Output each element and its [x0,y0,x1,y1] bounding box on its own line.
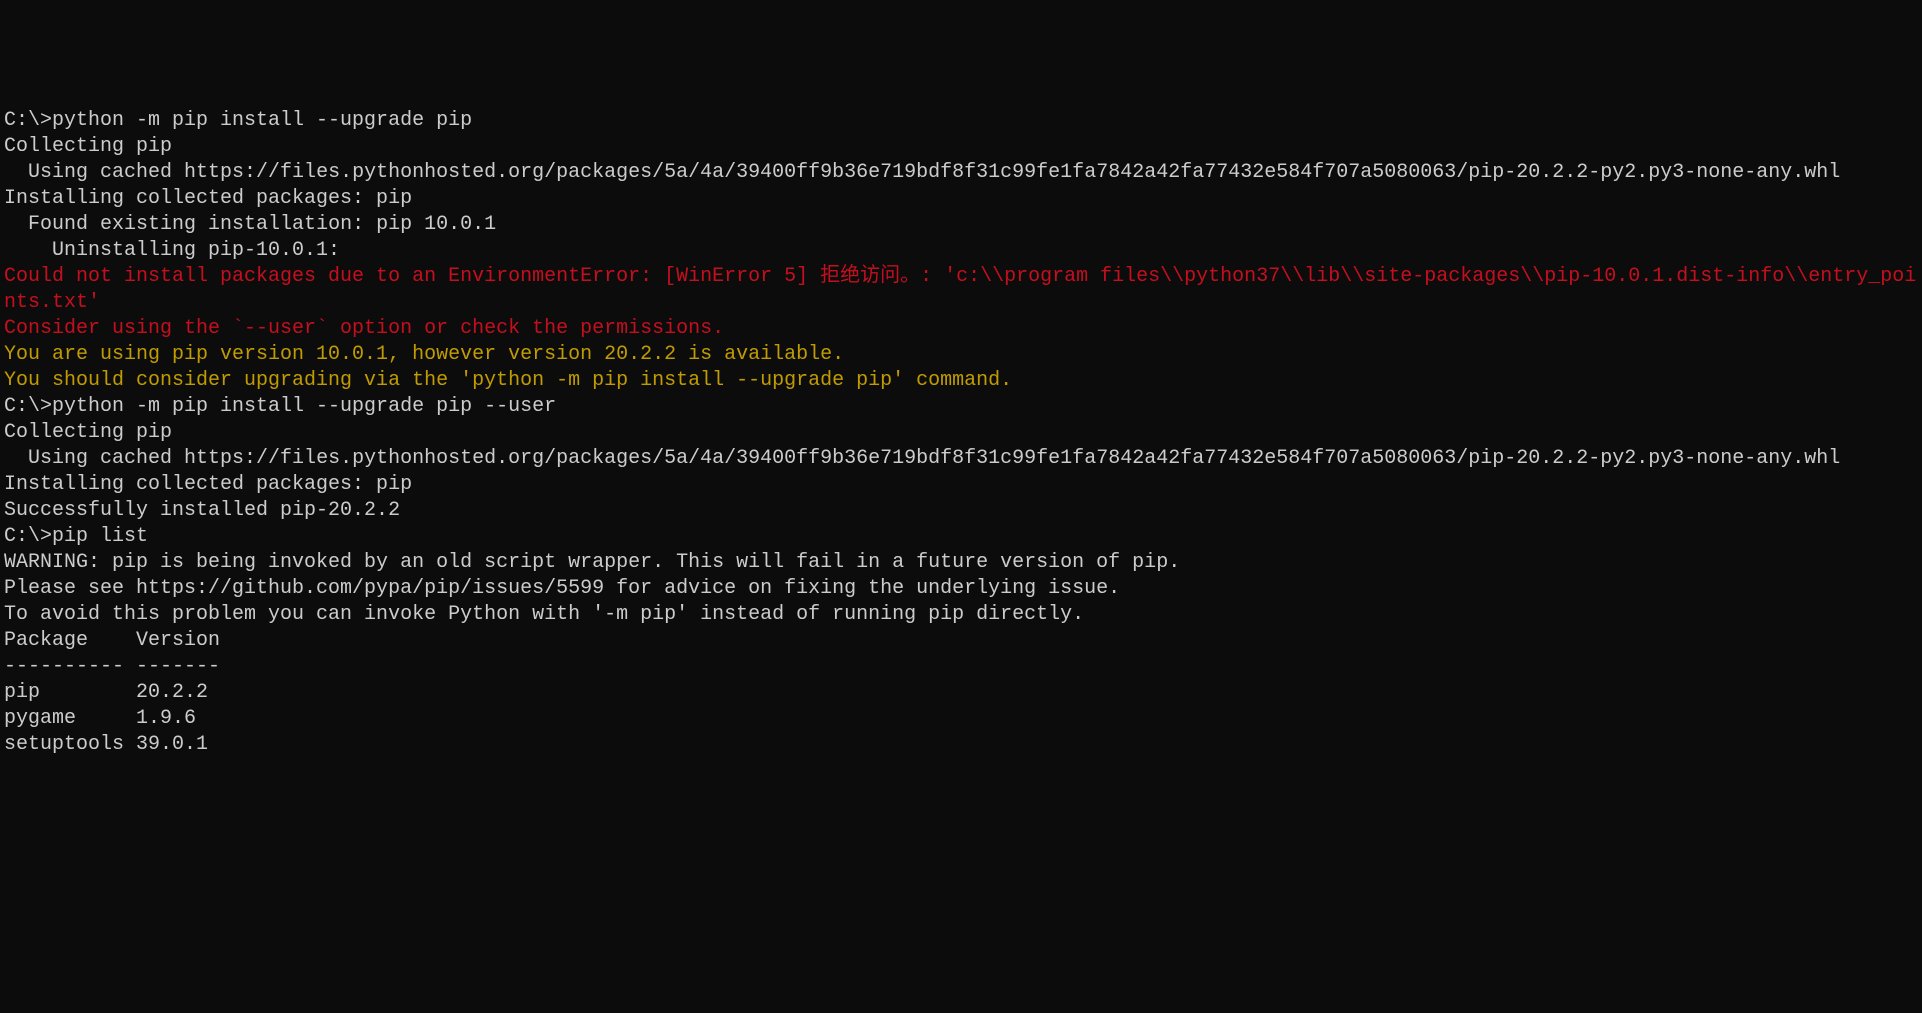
terminal-output[interactable]: C:\>python -m pip install --upgrade pipC… [4,108,1918,758]
terminal-line: Package Version [4,628,1918,654]
terminal-line: C:\>python -m pip install --upgrade pip … [4,394,1918,420]
terminal-line: ---------- ------- [4,654,1918,680]
terminal-line: Found existing installation: pip 10.0.1 [4,212,1918,238]
terminal-line: To avoid this problem you can invoke Pyt… [4,602,1918,628]
terminal-line: setuptools 39.0.1 [4,732,1918,758]
terminal-line: C:\>pip list [4,524,1918,550]
terminal-line: C:\>python -m pip install --upgrade pip [4,108,1918,134]
terminal-line: Using cached https://files.pythonhosted.… [4,446,1918,472]
terminal-line: Using cached https://files.pythonhosted.… [4,160,1918,186]
terminal-line: Collecting pip [4,134,1918,160]
terminal-line: Could not install packages due to an Env… [4,264,1918,316]
terminal-line: You should consider upgrading via the 'p… [4,368,1918,394]
terminal-line: You are using pip version 10.0.1, howeve… [4,342,1918,368]
terminal-line: Successfully installed pip-20.2.2 [4,498,1918,524]
terminal-line: WARNING: pip is being invoked by an old … [4,550,1918,576]
terminal-line: pygame 1.9.6 [4,706,1918,732]
terminal-line: Collecting pip [4,420,1918,446]
terminal-line: Installing collected packages: pip [4,186,1918,212]
terminal-line: Consider using the `--user` option or ch… [4,316,1918,342]
terminal-line: Installing collected packages: pip [4,472,1918,498]
terminal-line: Uninstalling pip-10.0.1: [4,238,1918,264]
terminal-line: Please see https://github.com/pypa/pip/i… [4,576,1918,602]
terminal-line: pip 20.2.2 [4,680,1918,706]
